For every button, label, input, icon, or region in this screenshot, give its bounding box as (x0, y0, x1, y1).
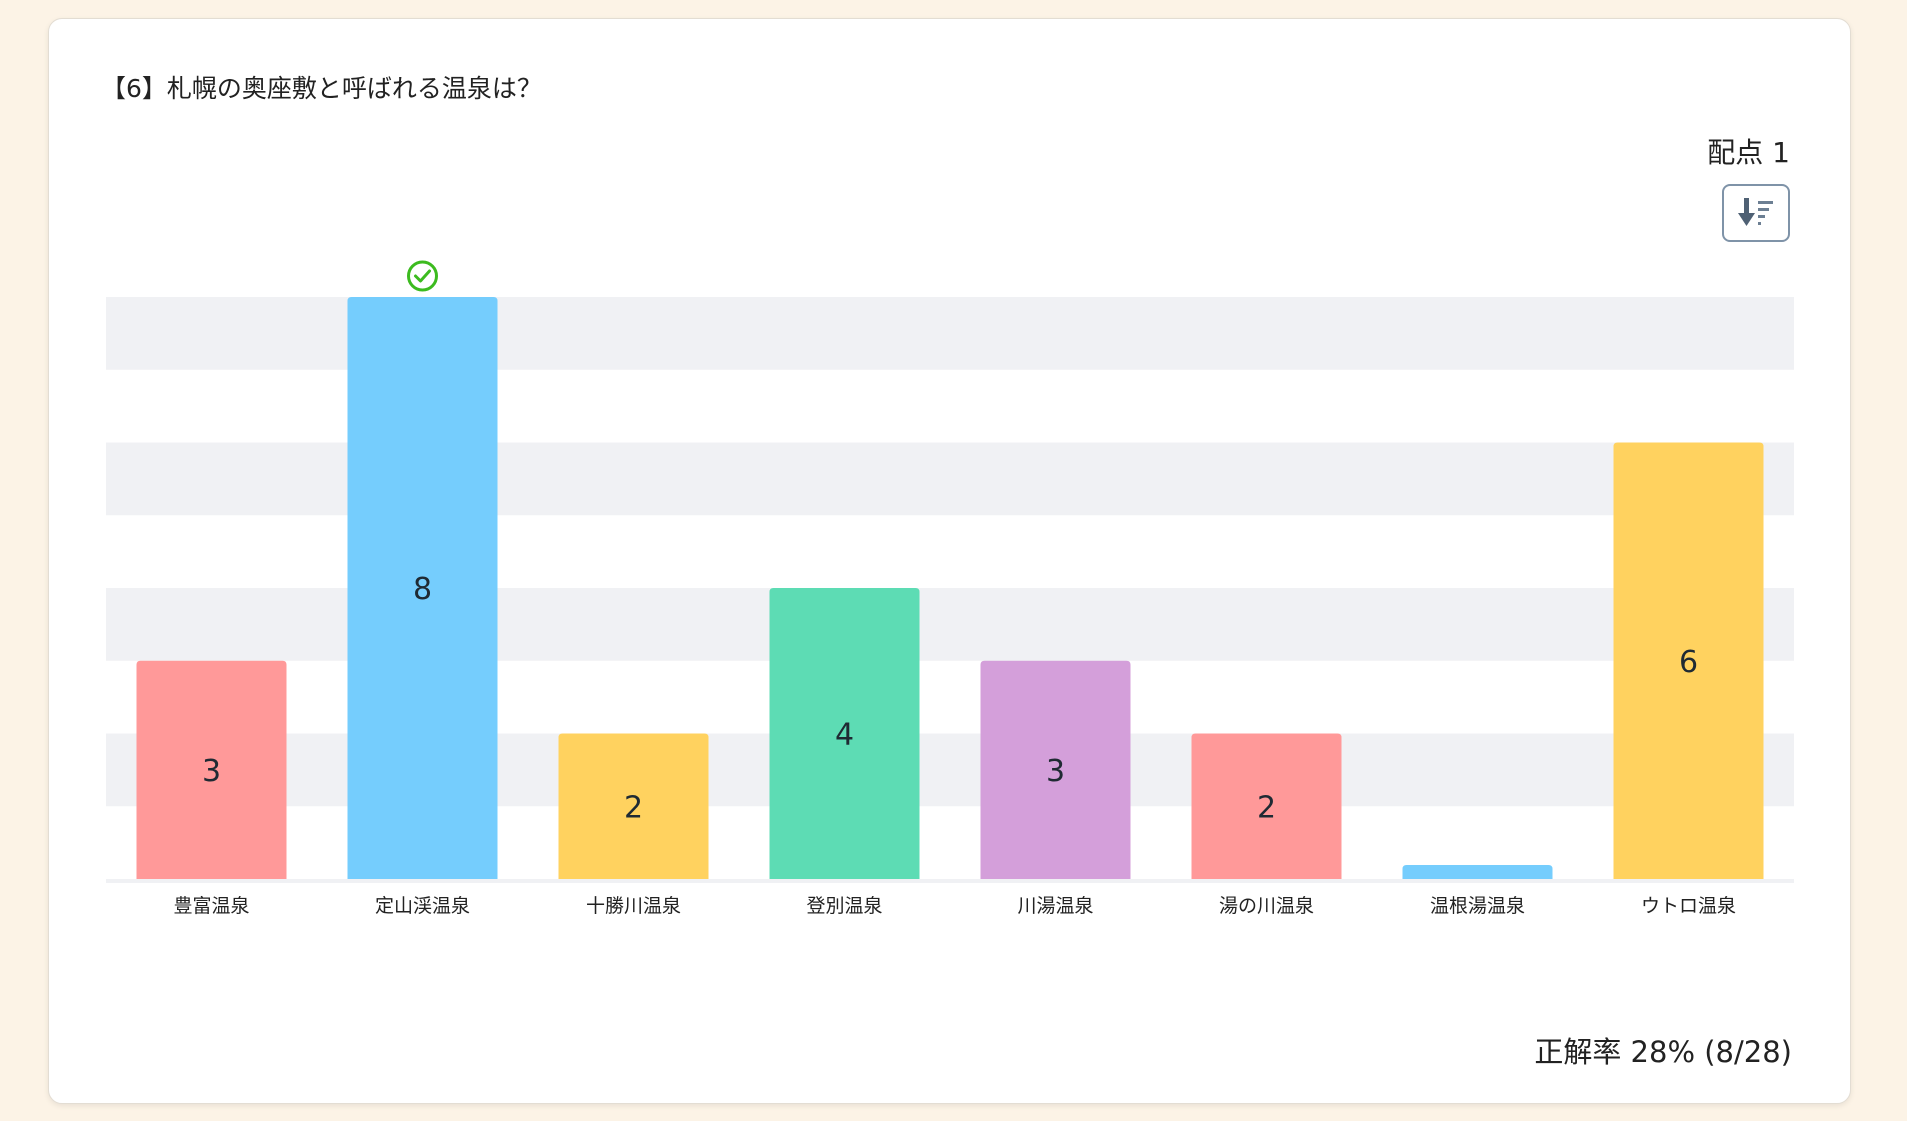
x-tick-label: 温根湯温泉 (1430, 895, 1525, 917)
x-tick-label: 定山渓温泉 (375, 895, 470, 917)
bar-group: 3 川湯温泉 (980, 660, 1131, 917)
bar-group: 2 十勝川温泉 (558, 733, 709, 917)
bar-group: 温根湯温泉 (1402, 865, 1553, 917)
bar-value-label: 4 (835, 718, 854, 753)
x-tick-label: 豊富温泉 (173, 895, 249, 917)
bar-value-label: 6 (1679, 645, 1698, 680)
question-card: 【6】札幌の奥座敷と呼ばれる温泉は？ 配点 1 3 豊富温泉 8 定山渓温泉 2 十勝川温… (48, 18, 1851, 1104)
bar-group: 6 ウトロ温泉 (1613, 442, 1764, 917)
bar-group: 8 定山渓温泉 (347, 260, 498, 917)
accuracy-label: 正解率 28% (8/28) (1534, 1035, 1792, 1069)
bar-value-label: 2 (624, 790, 643, 825)
x-tick-label: 登別温泉 (806, 895, 882, 917)
bar-value-label: 3 (1046, 754, 1065, 789)
check-circle-icon (407, 260, 438, 292)
x-tick-label: ウトロ温泉 (1641, 895, 1736, 917)
bar-value-label: 8 (413, 572, 432, 607)
x-tick-label: 十勝川温泉 (586, 895, 681, 917)
bar-value-label: 2 (1257, 790, 1276, 825)
x-tick-label: 湯の川温泉 (1219, 895, 1314, 917)
bar (1402, 865, 1553, 879)
x-axis-baseline (106, 879, 1794, 883)
bar-group: 2 湯の川温泉 (1191, 733, 1342, 917)
bar-group: 3 豊富温泉 (136, 660, 287, 917)
bar-value-label: 3 (202, 754, 221, 789)
bar-chart: 3 豊富温泉 8 定山渓温泉 2 十勝川温泉 4 登別温泉 3 川湯温泉 2 湯の川温泉 温根湯温泉 6 ウ… (106, 260, 1794, 917)
x-tick-label: 川湯温泉 (1017, 895, 1093, 917)
bar-group: 4 登別温泉 (769, 588, 920, 917)
